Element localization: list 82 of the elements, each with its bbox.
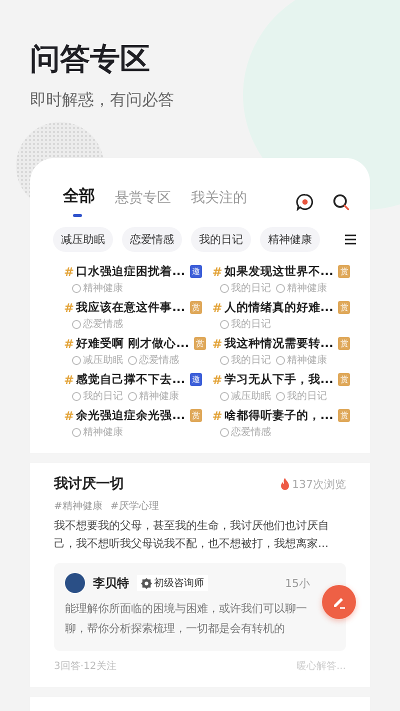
post-title[interactable]: 我讨厌一切 [54,475,124,493]
tag-icon [128,356,137,364]
hash-icon: # [64,300,74,314]
category-chip[interactable]: 精神健康 [260,227,320,252]
post-stats: 3回答·12关注 [54,660,116,673]
tag-icon [220,320,230,328]
tag-icon [220,284,230,292]
tag-icon [276,284,286,292]
question-title[interactable]: 感觉自己撑不下去... [76,372,186,387]
question-title[interactable]: 余光强迫症余光强... [76,408,186,423]
topic-tag: 精神健康 [287,353,328,367]
topic-tag: 我的日记 [83,389,123,403]
tag-icon [72,284,81,292]
question-badge: 赏 [338,337,350,350]
hash-icon: # [64,336,74,350]
hash-icon: # [212,336,222,350]
hash-icon: # [212,264,222,278]
tag-icon [220,356,230,364]
question-title[interactable]: 啥都得听妻子的，... [224,408,334,423]
topic-tag: 恋爱情感 [83,317,123,331]
tag-icon [72,356,81,364]
question-badge: 赏 [338,373,350,386]
gear-icon [141,578,152,588]
hash-icon: # [64,372,74,386]
tab[interactable]: 全部 [63,186,95,217]
topic-tag: 我的日记 [231,353,272,367]
tag-icon [72,428,81,436]
menu-icon[interactable] [345,234,356,245]
topic-tag: 精神健康 [83,281,123,295]
question-badge: 赏 [190,409,202,422]
avatar [65,573,85,593]
hash-icon: # [64,408,74,422]
question-badge: 赏 [190,301,202,314]
category-chip[interactable]: 减压助眠 [53,227,113,252]
tag-icon [72,320,81,328]
answer-text: 能理解你所面临的困境与困难，或许我们可以聊一聊，帮你分析探索梳理，一切都是会有转机的 [65,601,308,637]
answer-time: 15小 [285,576,310,590]
view-count: 137次浏览 [292,476,346,492]
category-chip[interactable]: 恋爱情感 [122,227,182,252]
page-title: 问答专区 [30,41,151,79]
hash-icon: # [212,372,222,386]
author-name: 李贝特 [93,574,129,592]
search-icon[interactable] [332,192,350,210]
question-badge: 赏 [338,301,350,314]
topic-tag: 精神健康 [287,281,328,295]
topic-tag: 我的日记 [231,281,272,295]
topic-tag: 恋爱情感 [231,425,272,439]
topic-tag: 恋爱情感 [139,353,179,367]
topic-tag: 我的日记 [287,389,328,403]
question-title[interactable]: 我这种情况需要转... [224,336,334,351]
question-title[interactable]: 好难受啊 刚才做心... [76,336,190,351]
question-badge: 邀 [190,373,202,386]
question-title[interactable]: 人的情绪真的好难... [224,300,334,315]
flame-icon [280,478,290,490]
category-chip[interactable]: 我的日记 [191,227,251,252]
tag-icon [72,392,81,400]
question-badge: 赏 [338,409,350,422]
tag-icon [276,356,286,364]
question-title[interactable]: 如果发现这世界不... [224,264,334,279]
hash-icon: # [64,264,74,278]
topic-tag: 精神健康 [83,425,123,439]
answer-card[interactable]: 李贝特 初级咨询师 15小 能理解你所面临的困境与困难，或许我们可以聊一聊，帮你分析探索梳理，一切都是会有转机的 [54,563,346,651]
question-badge: 赏 [194,337,206,350]
tag-icon [276,392,286,400]
post-body: 我不想要我的父母，甚至我的生命，我讨厌他们也讨厌自己，我不想听我父母说我不配，也不想被打，我想离家... [54,518,330,552]
question-badge: 邀 [190,265,202,278]
hash-icon: # [212,408,222,422]
topic-tag: 减压助眠 [83,353,123,367]
chat-bubble-icon[interactable] [296,192,314,210]
level-badge: 初级咨询师 [137,575,208,591]
question-title[interactable]: 学习无从下手，我... [224,372,334,387]
topic-tag: 我的日记 [231,317,272,331]
hash-icon: # [212,300,222,314]
topic-tag: 减压助眠 [231,389,272,403]
question-title[interactable]: 口水强迫症困扰着... [76,264,186,279]
page-subtitle: 即时解惑，有问必答 [30,90,175,111]
topic-tag: 精神健康 [139,389,179,403]
tag-icon [220,428,230,436]
tag-icon [220,392,230,400]
tag-icon [128,392,137,400]
question-title[interactable]: 我应该在意这件事... [76,300,186,315]
question-badge: 赏 [338,265,350,278]
